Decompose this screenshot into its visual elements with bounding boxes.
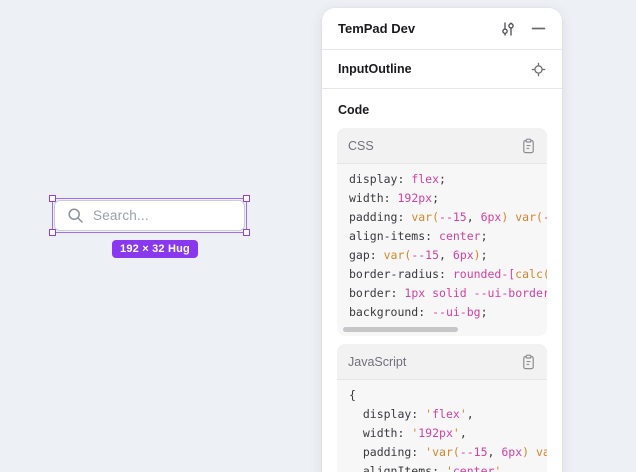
- search-placeholder: Search...: [93, 208, 149, 223]
- code-line: width: '192px',: [349, 424, 547, 443]
- code-line: gap: var(--15, 6px);: [349, 246, 547, 265]
- search-input[interactable]: Search...: [54, 200, 245, 231]
- javascript-code-content[interactable]: { display: 'flex', width: '192px', paddi…: [337, 380, 547, 472]
- panel-title: TemPad Dev: [338, 21, 500, 36]
- code-line: padding: 'var(--15, 6px) var: [349, 443, 547, 462]
- code-line: border-radius: rounded-[calc(v: [349, 265, 547, 284]
- copy-clipboard-icon[interactable]: [521, 354, 536, 370]
- javascript-code-card: JavaScript { display: 'flex', width: '19…: [337, 344, 547, 472]
- component-name: InputOutline: [338, 62, 531, 76]
- code-line: padding: var(--15, 6px) var(--: [349, 208, 547, 227]
- css-horizontal-scrollbar: [337, 324, 547, 336]
- code-line: {: [349, 386, 547, 405]
- css-code-card: CSS display: flex;width: 192px;padding: …: [337, 128, 547, 336]
- css-card-label: CSS: [348, 139, 521, 153]
- copy-clipboard-icon[interactable]: [521, 138, 536, 154]
- panel-header: TemPad Dev: [322, 8, 562, 50]
- magnifier-icon: [67, 207, 84, 224]
- tempad-dev-panel: TemPad Dev InputOutline: [322, 8, 562, 472]
- code-section-label: Code: [338, 103, 546, 117]
- code-line: width: 192px;: [349, 189, 547, 208]
- javascript-card-label: JavaScript: [348, 355, 521, 369]
- css-card-header: CSS: [337, 128, 547, 164]
- selected-component: Search...: [52, 198, 247, 233]
- code-line: border: 1px solid --ui-border-: [349, 284, 547, 303]
- locate-target-icon[interactable]: [531, 62, 546, 77]
- selection-handle-bottom-left[interactable]: [49, 229, 56, 236]
- settings-sliders-icon[interactable]: [500, 21, 516, 37]
- css-code-content[interactable]: display: flex;width: 192px;padding: var(…: [337, 164, 547, 324]
- code-line: display: 'flex',: [349, 405, 547, 424]
- minimize-icon[interactable]: [531, 21, 546, 36]
- code-line: background: --ui-bg;: [349, 303, 547, 322]
- javascript-card-header: JavaScript: [337, 344, 547, 380]
- scrollbar-thumb[interactable]: [343, 327, 458, 332]
- selection-handle-top-right[interactable]: [243, 195, 250, 202]
- code-section: Code CSS display: flex;width: 192px;padd…: [322, 89, 562, 472]
- code-line: display: flex;: [349, 170, 547, 189]
- code-line: alignItems: 'center',: [349, 462, 547, 472]
- code-line: align-items: center;: [349, 227, 547, 246]
- selected-node-row: InputOutline: [322, 50, 562, 89]
- dimensions-badge: 192 × 32 Hug: [112, 240, 198, 258]
- selection-handle-bottom-right[interactable]: [243, 229, 250, 236]
